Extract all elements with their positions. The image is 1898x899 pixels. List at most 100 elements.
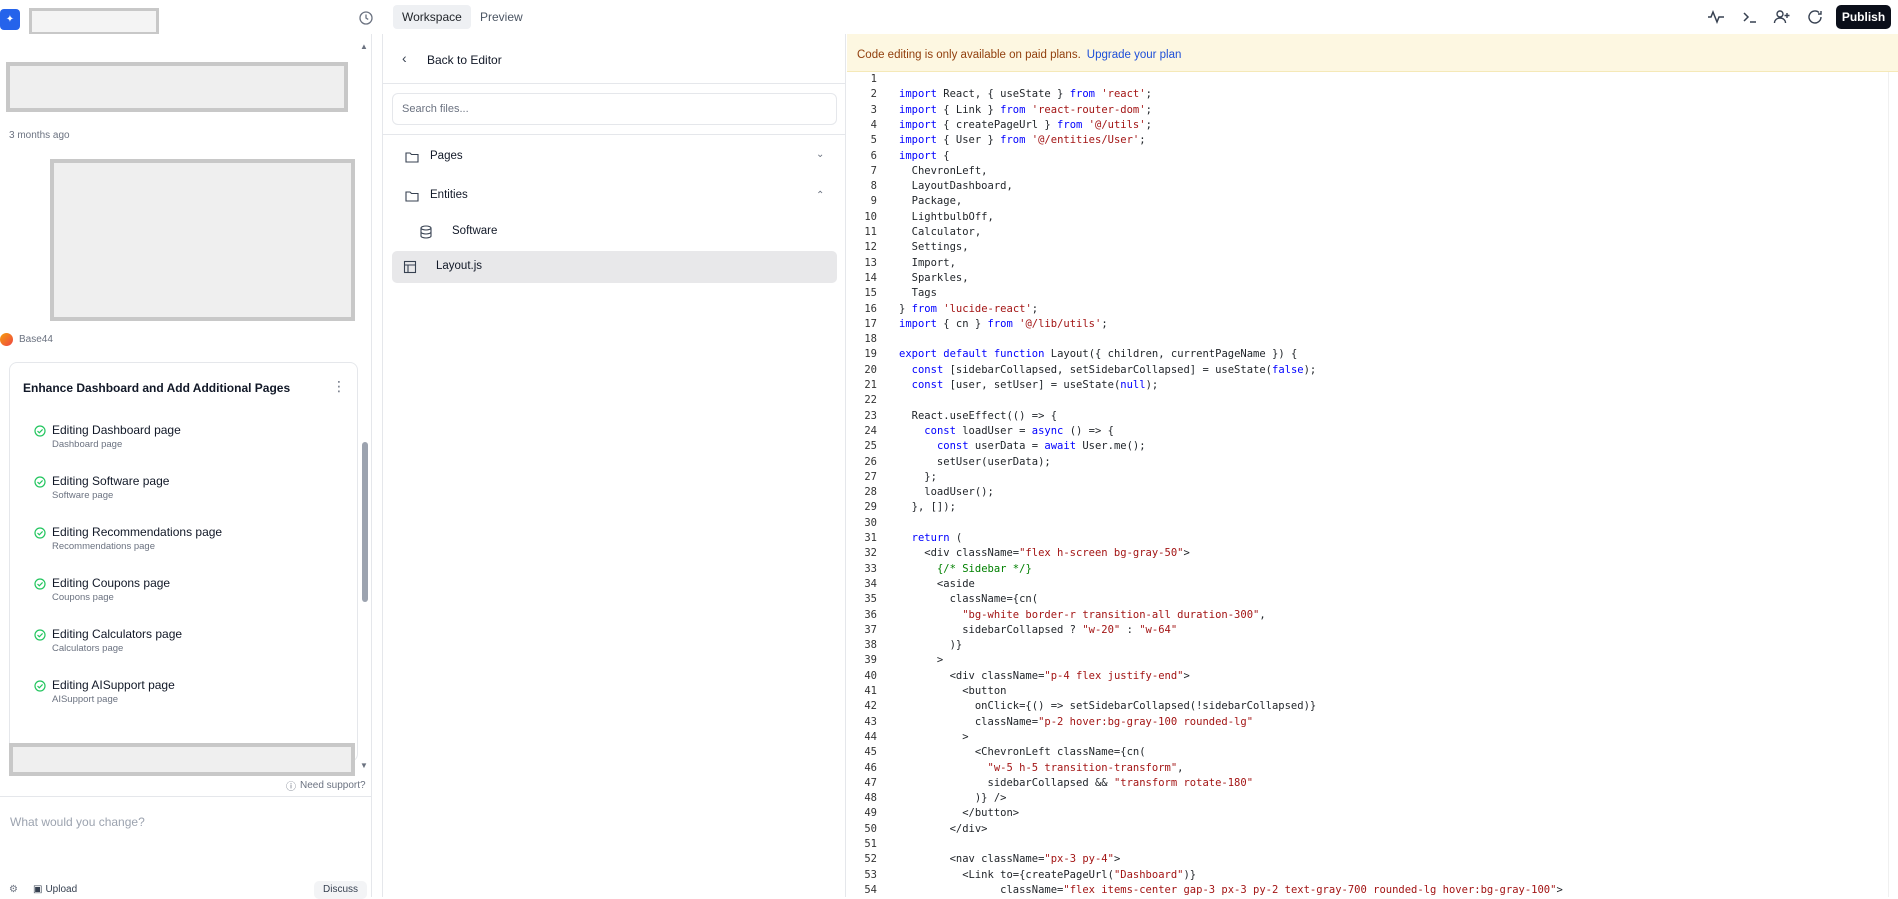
code-text: >: [899, 654, 944, 667]
plan-item-title: Editing Coupons page: [52, 576, 171, 590]
code-text: <Link to={createPageUrl("Dashboard")}: [899, 868, 1197, 881]
history-icon[interactable]: [358, 10, 374, 26]
line-number: 6: [870, 149, 877, 162]
discuss-button[interactable]: Discuss: [314, 881, 368, 899]
code-text: Calculator,: [899, 226, 982, 238]
tree-entity-software[interactable]: Software: [392, 216, 837, 248]
code-text: export default function Layout({ childre…: [899, 348, 1298, 361]
refresh-icon[interactable]: [1806, 8, 1824, 26]
assistant-header: Base44: [0, 332, 53, 346]
back-to-editor-button[interactable]: ‹ Back to Editor: [383, 34, 845, 84]
code-text: const [sidebarCollapsed, setSidebarColla…: [911, 363, 1317, 376]
code-area[interactable]: 1 2 import React, { useState } from 'react…: [847, 72, 1898, 897]
code-line: 33 {/* Sidebar */}: [847, 562, 1887, 577]
code-line: 6 import {: [847, 149, 1887, 164]
need-support-link[interactable]: ⓘ Need support?: [286, 778, 366, 793]
code-line: 13 Import,: [847, 256, 1887, 271]
line-number: 44: [864, 730, 877, 743]
search-files-input[interactable]: [392, 93, 837, 125]
line-number: 22: [864, 394, 877, 407]
code-text: )} />: [899, 792, 1007, 805]
code-text: ChevronLeft,: [899, 164, 988, 177]
code-line: 34 <aside: [847, 577, 1887, 592]
add-user-icon[interactable]: [1773, 8, 1791, 26]
tab-preview[interactable]: Preview: [471, 5, 532, 29]
line-number: 4: [870, 118, 877, 131]
line-number: 29: [864, 501, 877, 514]
code-line: 38 )}: [847, 638, 1887, 653]
line-number: 35: [864, 593, 877, 606]
plan-item-title: Editing Recommendations page: [52, 525, 223, 539]
code-line: 1: [847, 72, 1887, 87]
terminal-icon[interactable]: [1741, 8, 1759, 26]
code-text: const userData = await User.me();: [936, 440, 1146, 453]
code-line: 7 ChevronLeft,: [847, 164, 1887, 179]
plan-title: Enhance Dashboard and Add Additional Pag…: [23, 381, 291, 395]
chat-input[interactable]: [10, 807, 360, 837]
code-line: 30: [847, 516, 1887, 531]
code-line: 32 <div className="flex h-screen bg-gray…: [847, 546, 1887, 561]
code-line: 25 const userData = await User.me();: [847, 439, 1887, 454]
line-number: 16: [864, 302, 877, 315]
code-line: 36 "bg-white border-r transition-all dur…: [847, 608, 1887, 623]
plan-item-title: Editing Software page: [52, 474, 170, 488]
tree-folder-pages[interactable]: Pages ⌄: [392, 141, 837, 173]
scroll-up-icon[interactable]: ▲: [360, 42, 368, 51]
file-explorer: ‹ Back to Editor Pages ⌄ Entities ⌃ Soft…: [382, 34, 846, 897]
tree-folder-entities[interactable]: Entities ⌃: [392, 180, 837, 212]
code-text: React.useEffect(() => {: [899, 409, 1058, 422]
line-number: 15: [864, 287, 877, 300]
code-text: <nav className="px-3 py-4">: [899, 853, 1121, 866]
code-text: sidebarCollapsed ? "w-20" : "w-64": [899, 623, 1178, 636]
code-line: 26 setUser(userData);: [847, 455, 1887, 470]
code-line: 27 };: [847, 470, 1887, 485]
line-number: 26: [864, 455, 877, 468]
upload-button[interactable]: ▣ Upload: [33, 884, 77, 895]
code-line: 2 import React, { useState } from 'react'…: [847, 87, 1887, 102]
code-text: Package,: [899, 195, 963, 208]
code-scrollbar[interactable]: [1888, 72, 1896, 897]
code-text: } from 'lucide-react';: [899, 302, 1039, 315]
code-line: 4 import { createPageUrl } from '@/utils'…: [847, 118, 1887, 133]
code-text: <button: [899, 685, 1007, 697]
more-options-icon[interactable]: ⋮: [332, 379, 346, 393]
line-number: 54: [864, 883, 877, 896]
chat-scrollbar[interactable]: [362, 442, 368, 602]
folder-icon: [405, 152, 419, 163]
code-text: className="flex items-center gap-3 px-3 …: [899, 883, 1563, 896]
layout-icon: [403, 260, 417, 274]
upgrade-plan-link[interactable]: Upgrade your plan: [1087, 49, 1182, 61]
code-text: loadUser();: [899, 486, 994, 499]
chevron-down-icon: ⌄: [816, 149, 825, 160]
tab-workspace[interactable]: Workspace: [393, 5, 471, 29]
code-text: sidebarCollapsed && "transform rotate-18…: [899, 776, 1254, 789]
line-number: 53: [864, 868, 877, 881]
activity-icon[interactable]: [1707, 8, 1725, 26]
code-editor: Code editing is only available on paid p…: [847, 34, 1898, 897]
settings-icon[interactable]: ⚙: [9, 884, 18, 895]
line-number: 49: [864, 807, 877, 820]
top-bar: ✦ Workspace Preview Publish: [0, 0, 1898, 35]
line-number: 11: [864, 226, 877, 238]
line-number: 43: [864, 715, 877, 728]
tree-file-layout[interactable]: Layout.js: [392, 251, 837, 283]
code-line: 5 import { User } from '@/entities/User';: [847, 133, 1887, 148]
scroll-down-icon[interactable]: ▼: [360, 761, 368, 770]
code-text: onClick={() => setSidebarCollapsed(!side…: [899, 700, 1317, 713]
code-text: }, []);: [899, 501, 956, 514]
line-number: 12: [864, 241, 877, 254]
project-name-placeholder[interactable]: [29, 8, 159, 35]
line-number: 25: [864, 440, 877, 453]
code-line: 11 Calculator,: [847, 225, 1887, 240]
code-text: import { createPageUrl } from '@/utils';: [899, 118, 1152, 131]
chat-image-placeholder: [50, 159, 355, 321]
app-logo-icon[interactable]: ✦: [0, 9, 20, 30]
code-line: 48 )} />: [847, 791, 1887, 806]
tree-label: Entities: [430, 189, 468, 201]
check-circle-icon: [34, 629, 46, 641]
code-line: 47 sidebarCollapsed && "transform rotate…: [847, 776, 1887, 791]
line-number: 36: [864, 608, 877, 621]
code-text: className="p-2 hover:bg-gray-100 rounded…: [899, 715, 1254, 728]
publish-button[interactable]: Publish: [1836, 5, 1891, 29]
chat-input-area: ⚙ ▣ Upload Discuss: [0, 796, 372, 899]
